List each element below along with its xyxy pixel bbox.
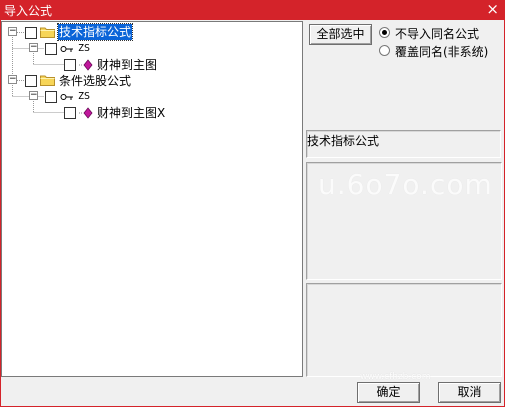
- radio-label[interactable]: 覆盖同名(非系统): [395, 43, 488, 60]
- tree-node-formula[interactable]: 财神到主图X: [2, 105, 202, 121]
- collapse-toggle[interactable]: −: [29, 43, 38, 52]
- formula-params-pane: [306, 283, 502, 377]
- formula-type-box: 技术指标公式: [306, 130, 501, 158]
- tree-node-label[interactable]: 条件选股公式: [59, 73, 131, 89]
- collapse-toggle[interactable]: −: [8, 75, 17, 84]
- formula-diamond-icon: [79, 107, 93, 119]
- tree-node-indicator-formulas[interactable]: − 技术指标公式: [2, 23, 162, 41]
- tree-node-label[interactable]: 技术指标公式: [56, 23, 134, 41]
- radio-skip-duplicates[interactable]: [379, 27, 390, 38]
- formula-tree[interactable]: − 技术指标公式 − ZS 财神到主图 − 条件选股公式 − ZS 财神到主图X: [1, 21, 303, 377]
- node-checkbox[interactable]: [64, 59, 76, 71]
- node-checkbox[interactable]: [64, 107, 76, 119]
- key-icon: [60, 94, 73, 100]
- formula-type-text: 技术指标公式: [307, 134, 380, 148]
- radio-dot: [382, 30, 387, 35]
- window-title: 导入公式: [4, 4, 53, 18]
- tree-node-label[interactable]: ZS: [78, 41, 90, 57]
- close-icon[interactable]: ×: [486, 0, 499, 19]
- radio-overwrite-duplicates[interactable]: [379, 45, 390, 56]
- formula-diamond-icon: [79, 59, 93, 71]
- folder-icon: [40, 27, 55, 38]
- collapse-toggle[interactable]: −: [8, 27, 17, 36]
- folder-icon: [40, 75, 55, 86]
- node-checkbox[interactable]: [25, 27, 37, 39]
- tree-node-label[interactable]: ZS: [78, 89, 90, 105]
- title-bar: 导入公式 ×: [0, 0, 505, 20]
- cancel-button[interactable]: 取消: [438, 382, 501, 403]
- ok-button[interactable]: 确定: [357, 382, 420, 403]
- tree-node-stock-selection-formulas[interactable]: − 条件选股公式: [2, 73, 162, 89]
- tree-node-zs[interactable]: − ZS: [2, 89, 162, 105]
- node-checkbox[interactable]: [25, 75, 37, 87]
- node-checkbox[interactable]: [45, 91, 57, 103]
- node-checkbox[interactable]: [45, 43, 57, 55]
- tree-node-formula[interactable]: 财神到主图: [2, 57, 202, 73]
- collapse-toggle[interactable]: −: [29, 91, 38, 100]
- tree-node-label[interactable]: 财神到主图: [97, 57, 157, 73]
- select-all-button[interactable]: 全部选中: [309, 24, 372, 45]
- tree-node-label[interactable]: 财神到主图X: [97, 105, 165, 121]
- formula-description-pane: [306, 162, 502, 280]
- tree-node-zs[interactable]: − ZS: [2, 41, 162, 57]
- key-icon: [60, 46, 73, 52]
- radio-label[interactable]: 不导入同名公式: [395, 25, 479, 42]
